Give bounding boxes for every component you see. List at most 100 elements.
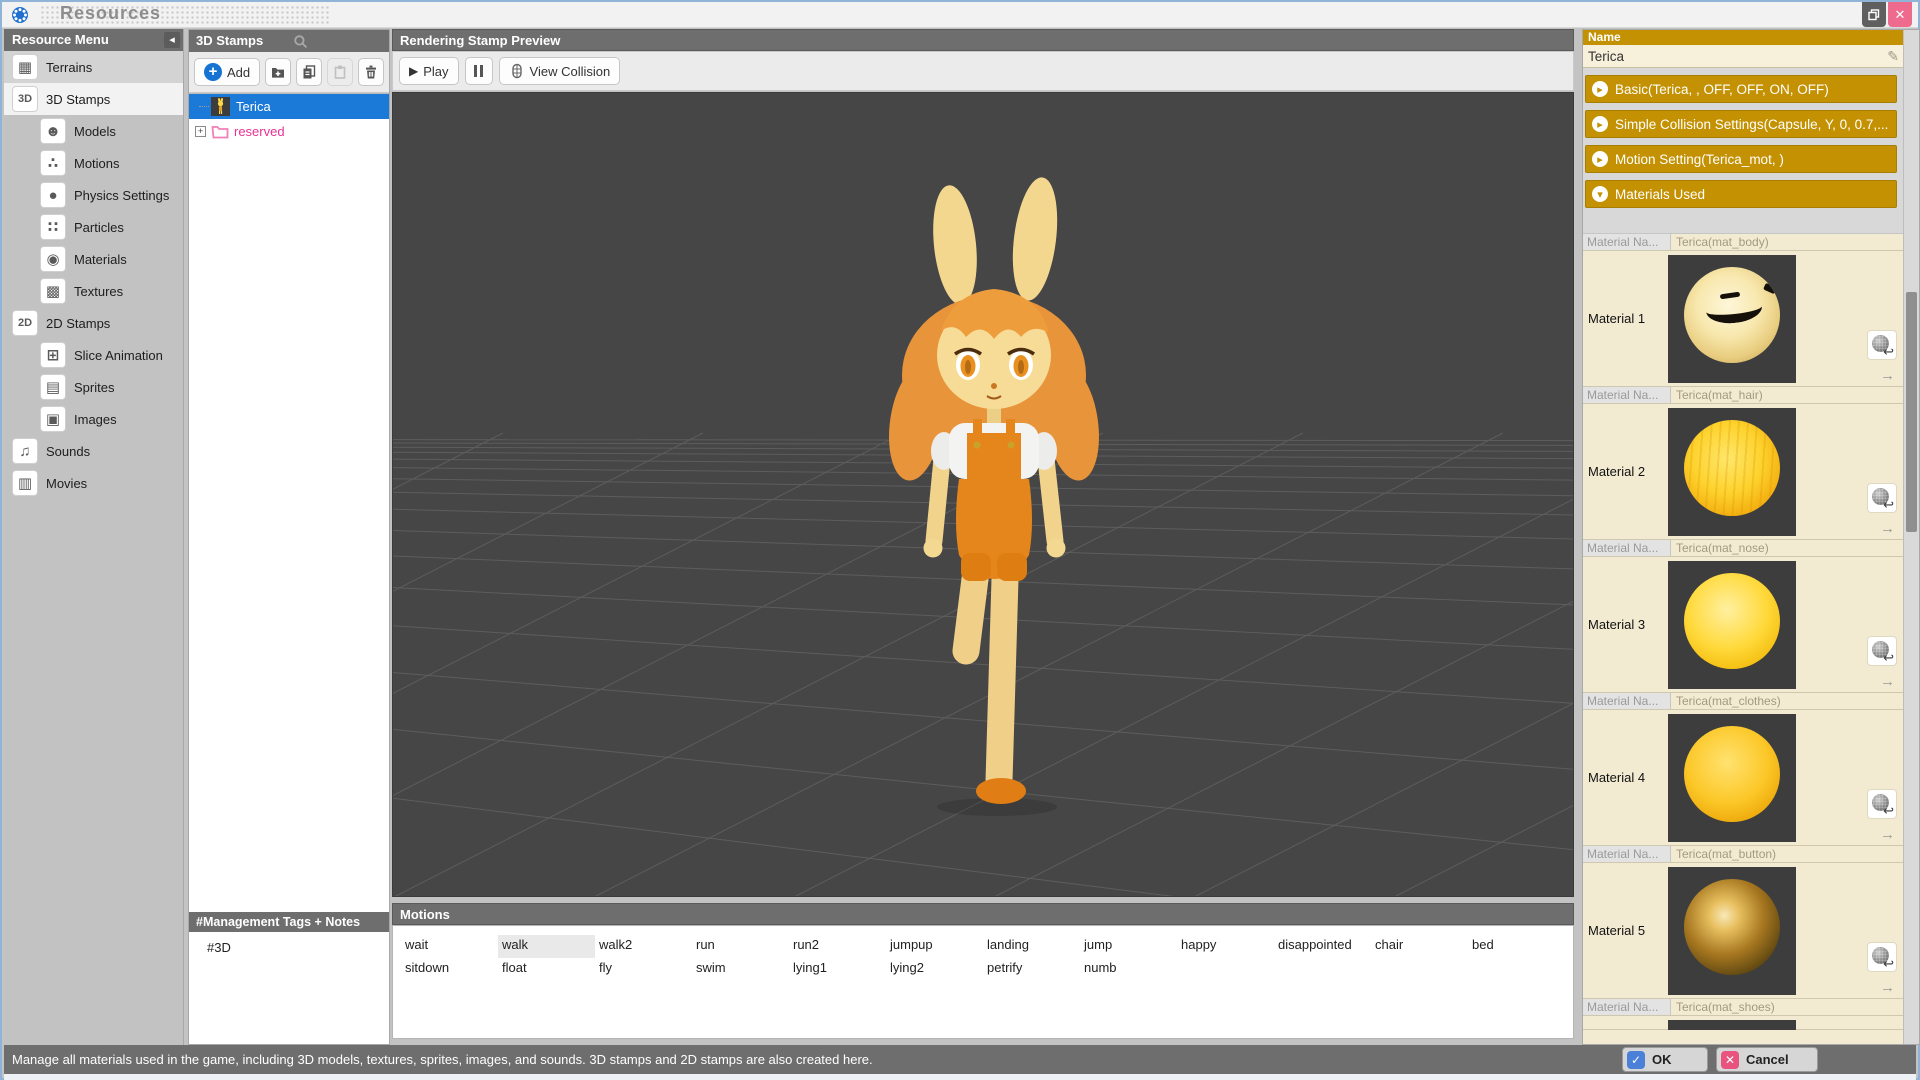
material-row: Material Na... Terica(mat_body) Material… (1583, 234, 1903, 387)
title-bar[interactable]: Resources ✕ (2, 2, 1918, 28)
material-thumbnail[interactable] (1668, 867, 1796, 995)
section-materials-used[interactable]: ▾ Materials Used (1585, 180, 1897, 208)
section-simple-collision[interactable]: ▸ Simple Collision Settings(Capsule, Y, … (1585, 110, 1897, 138)
tree-item-terica[interactable]: Terica (189, 94, 389, 119)
restore-window-button[interactable] (1862, 2, 1886, 27)
slice-animation-icon: ⊞ (40, 342, 66, 368)
assign-material-arrow[interactable]: → (1880, 673, 1895, 690)
sounds-icon: ♫ (12, 438, 38, 464)
assign-material-arrow[interactable]: → (1880, 367, 1895, 384)
sidebar-item-movies[interactable]: ▥ Movies (4, 467, 183, 499)
motion-item[interactable]: numb (1080, 958, 1177, 981)
motion-item[interactable]: chair (1371, 935, 1468, 958)
play-button[interactable]: ▶ Play (399, 57, 459, 85)
motion-item[interactable]: bed (1468, 935, 1565, 958)
swap-material-button[interactable]: ↩ (1867, 636, 1897, 666)
sidebar-item-3d-stamps[interactable]: 3D 3D Stamps (4, 83, 183, 115)
material-name-column-header: Material Na... (1583, 846, 1671, 862)
window-bottom-strip (4, 1074, 1916, 1080)
assign-material-arrow[interactable]: → (1880, 826, 1895, 843)
sidebar-item-physics-settings[interactable]: ● Physics Settings (4, 179, 183, 211)
motion-item[interactable]: lying2 (886, 958, 983, 981)
scrollbar-thumb[interactable] (1906, 292, 1917, 532)
sidebar-item-slice-animation[interactable]: ⊞ Slice Animation (4, 339, 183, 371)
terrain-icon: ▦ (12, 54, 38, 80)
expand-icon[interactable]: + (195, 126, 206, 137)
motion-item[interactable]: jump (1080, 935, 1177, 958)
stamp-name-input[interactable] (1583, 45, 1903, 67)
motion-item[interactable]: disappointed (1274, 935, 1371, 958)
motion-item[interactable]: run2 (789, 935, 886, 958)
sidebar-item-particles[interactable]: ∷ Particles (4, 211, 183, 243)
character-terica (882, 175, 1106, 816)
motion-item[interactable]: wait (401, 935, 498, 958)
motion-item[interactable]: float (498, 958, 595, 981)
assign-material-arrow[interactable]: → (1880, 520, 1895, 537)
3d-stamps-icon: 3D (12, 86, 38, 112)
material-slot-label: Material 2 (1588, 464, 1645, 479)
search-icon[interactable] (293, 34, 308, 49)
settings-scrollbar[interactable] (1903, 30, 1919, 1044)
tree-item-reserved[interactable]: + reserved (189, 119, 389, 144)
assign-material-arrow[interactable]: → (1880, 979, 1895, 996)
movies-icon: ▥ (12, 470, 38, 496)
material-name-column-header: Material Na... (1583, 234, 1671, 250)
section-motion-setting[interactable]: ▸ Motion Setting(Terica_mot, ) (1585, 145, 1897, 173)
swap-material-button[interactable]: ↩ (1867, 483, 1897, 513)
material-row: Material Na... Terica(mat_nose) Material… (1583, 540, 1903, 693)
sidebar-item-sprites[interactable]: ▤ Sprites (4, 371, 183, 403)
material-thumbnail[interactable] (1668, 255, 1796, 383)
edit-pencil-icon[interactable]: ✎ (1887, 48, 1899, 65)
motion-item[interactable]: swim (692, 958, 789, 981)
motion-item[interactable]: lying1 (789, 958, 886, 981)
motion-item[interactable]: petrify (983, 958, 1080, 981)
chevron-right-icon: ▸ (1592, 81, 1608, 97)
duplicate-button[interactable] (296, 58, 322, 86)
terica-thumbnail-icon (211, 97, 230, 116)
3d-viewport[interactable] (392, 92, 1574, 897)
motion-item[interactable]: fly (595, 958, 692, 981)
resource-menu-panel: Resource Menu ◂ ▦ Terrains 3D 3D Stamps … (4, 29, 184, 1045)
sidebar-item-motions[interactable]: ∴ Motions (4, 147, 183, 179)
management-tags-content[interactable]: #3D (189, 932, 389, 1044)
new-folder-button[interactable] (265, 58, 291, 86)
material-thumbnail[interactable] (1668, 561, 1796, 689)
sidebar-item-models[interactable]: ☻ Models (4, 115, 183, 147)
cancel-button[interactable]: ✕ Cancel (1716, 1047, 1818, 1072)
button-material-sphere (1684, 879, 1780, 975)
sidebar-item-textures[interactable]: ▩ Textures (4, 275, 183, 307)
section-basic[interactable]: ▸ Basic(Terica, , OFF, OFF, ON, OFF) (1585, 75, 1897, 103)
paste-button[interactable] (327, 58, 353, 86)
add-stamp-button[interactable]: + Add (194, 58, 260, 86)
sidebar-item-sounds[interactable]: ♫ Sounds (4, 435, 183, 467)
material-slot-label: Material 5 (1588, 923, 1645, 938)
material-name-column-header: Material Na... (1583, 693, 1671, 709)
swap-material-button[interactable]: ↩ (1867, 330, 1897, 360)
material-thumbnail[interactable] (1668, 714, 1796, 842)
motion-item[interactable]: run (692, 935, 789, 958)
body-material-sphere (1684, 267, 1780, 363)
swap-material-button[interactable]: ↩ (1867, 942, 1897, 972)
sidebar-item-images[interactable]: ▣ Images (4, 403, 183, 435)
motion-item[interactable]: jumpup (886, 935, 983, 958)
sidebar-item-terrains[interactable]: ▦ Terrains (4, 51, 183, 83)
motion-item[interactable]: walk2 (595, 935, 692, 958)
motion-item[interactable]: happy (1177, 935, 1274, 958)
sidebar-item-materials[interactable]: ◉ Materials (4, 243, 183, 275)
sidebar-item-2d-stamps[interactable]: 2D 2D Stamps (4, 307, 183, 339)
ok-button[interactable]: ✓ OK (1622, 1047, 1708, 1072)
material-asset-name: Terica(mat_button) (1671, 846, 1903, 862)
material-thumbnail[interactable] (1668, 408, 1796, 536)
swap-arrow-icon: ↩ (1883, 803, 1894, 819)
swap-material-button[interactable]: ↩ (1867, 789, 1897, 819)
material-thumbnail[interactable] (1668, 1020, 1796, 1030)
view-collision-button[interactable]: View Collision (499, 57, 621, 85)
motion-item[interactable]: landing (983, 935, 1080, 958)
swap-arrow-icon: ↩ (1883, 650, 1894, 666)
close-window-button[interactable]: ✕ (1888, 2, 1912, 27)
motion-item-selected[interactable]: walk (498, 935, 595, 958)
collapse-sidebar-button[interactable]: ◂ (164, 32, 180, 48)
pause-button[interactable] (465, 57, 493, 85)
motion-item[interactable]: sitdown (401, 958, 498, 981)
delete-button[interactable] (358, 58, 384, 86)
